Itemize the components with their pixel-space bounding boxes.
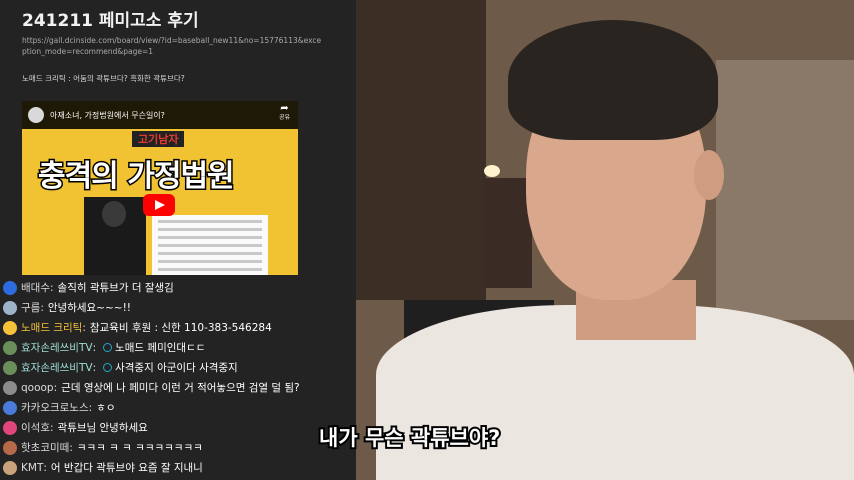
chat-nickname[interactable]: qooop: [21, 382, 54, 394]
chat-message: 구름: 안녕하세요~~~!!: [0, 298, 356, 317]
chat-text: 어 반갑다 곽튜브야 요즘 잘 지내니: [50, 462, 203, 474]
chat-message: 카카오크로노스: ㅎㅇ: [0, 398, 356, 417]
chat-message: 핫초코미떼: ㅋㅋㅋ ㅋ ㅋ ㅋㅋㅋㅋㅋㅋㅋ: [0, 438, 356, 457]
user-avatar: [3, 440, 17, 455]
post-text: 노매드 크리틱 : 어둠의 곽튜브다? 흑화한 곽튜브다?: [22, 74, 185, 83]
chat-message: 이석호: 곽튜브님 안녕하세요: [0, 418, 356, 437]
chat-message: 효자손레쓰비TV: 사격중지 아군이다 사격중지: [0, 358, 356, 377]
chat-list: 배대수: 솔직히 곽튜브가 더 잘생김 구름: 안녕하세요~~~!! 노매드 크…: [0, 276, 356, 480]
chat-text: 솔직히 곽튜브가 더 잘생김: [57, 282, 174, 294]
user-avatar: [3, 420, 17, 435]
shelf: [356, 0, 486, 300]
share-button[interactable]: ➦ 공유: [279, 104, 290, 122]
chat-text: ㅋㅋㅋ ㅋ ㅋ ㅋㅋㅋㅋㅋㅋㅋ: [76, 442, 203, 454]
overlay-panel: 241211 페미고소 후기 https://gall.dcinside.com…: [0, 0, 356, 480]
thumbnail-tag: 고기남자: [132, 131, 185, 147]
chat-message: KMT: 어 반갑다 곽튜브야 요즘 잘 지내니: [0, 458, 356, 477]
thumbnail-document: [152, 215, 268, 275]
video-title[interactable]: 아재소녀, 가정법원에서 무슨일이?: [50, 110, 165, 121]
chat-text: 근데 영상에 나 페미다 이런 거 적어놓으면 검열 덜 됨?: [61, 382, 300, 394]
user-avatar: [3, 300, 17, 315]
chat-nickname[interactable]: 이석호: [21, 420, 50, 435]
picture-frame: [484, 178, 532, 288]
user-avatar: [3, 280, 17, 295]
user-avatar: [3, 320, 17, 335]
user-avatar: [3, 400, 17, 415]
video-title-bar: 아재소녀, 가정법원에서 무슨일이? ➦ 공유: [22, 101, 298, 129]
user-avatar: [3, 460, 17, 475]
post-title: 241211 페미고소 후기: [22, 11, 199, 31]
chat-message: 효자손레쓰비TV: 노매드 페미인대ㄷㄷ: [0, 338, 356, 357]
thumbnail-headline: 충격의 가정법원: [37, 158, 237, 196]
chat-text: 안녕하세요~~~!!: [47, 302, 131, 314]
chat-message: 배대수: 솔직히 곽튜브가 더 잘생김: [0, 278, 356, 297]
chat-nickname[interactable]: 효자손레쓰비TV: [21, 340, 93, 355]
embedded-video[interactable]: 아재소녀, 가정법원에서 무슨일이? ➦ 공유 고기남자 충격의 가정법원: [22, 101, 298, 275]
subtitle-caption: 내가 무슨 곽튜브야?: [317, 424, 502, 452]
chat-text: 사격중지 아군이다 사격중지: [115, 362, 238, 374]
user-avatar: [3, 360, 17, 375]
thumbnail-person: [84, 197, 146, 275]
chat-nickname[interactable]: 효자손레쓰비TV: [21, 360, 93, 375]
chat-text: 곽튜브님 안녕하세요: [57, 422, 148, 434]
subscriber-badge-icon: [103, 343, 113, 352]
user-avatar: [3, 380, 17, 395]
lamp: [484, 165, 500, 177]
chat-text: 참교육비 후원 : 신한 110-383-546284: [89, 322, 272, 334]
chat-message: qooop: 근데 영상에 나 페미다 이런 거 적어놓으면 검열 덜 됨?: [0, 378, 356, 397]
user-avatar: [3, 340, 17, 355]
chat-nickname[interactable]: 카카오크로노스: [21, 400, 89, 415]
chat-text: ㅎㅇ: [96, 402, 116, 414]
streamer-ear: [694, 150, 724, 200]
chat-nickname[interactable]: KMT: [21, 462, 43, 474]
chat-nickname[interactable]: 핫초코미떼: [21, 440, 69, 455]
share-label: 공유: [278, 114, 290, 121]
post-url[interactable]: https://gall.dcinside.com/board/view/?id…: [22, 35, 322, 57]
chat-nickname[interactable]: 구름: [21, 300, 40, 315]
chat-text: 노매드 페미인대ㄷㄷ: [115, 342, 206, 354]
share-icon: ➦: [280, 103, 289, 114]
subscriber-badge-icon: [103, 363, 113, 372]
channel-avatar[interactable]: [28, 107, 44, 123]
chat-nickname[interactable]: 노매드 크리틱: [21, 320, 82, 335]
cabinet: [716, 60, 854, 320]
webcam-feed: [356, 0, 854, 480]
chat-nickname[interactable]: 배대수: [21, 280, 50, 295]
chat-message: 노매드 크리틱: 참교육비 후원 : 신한 110-383-546284: [0, 318, 356, 337]
play-button-icon[interactable]: [143, 194, 175, 216]
streamer-hair: [508, 20, 718, 140]
